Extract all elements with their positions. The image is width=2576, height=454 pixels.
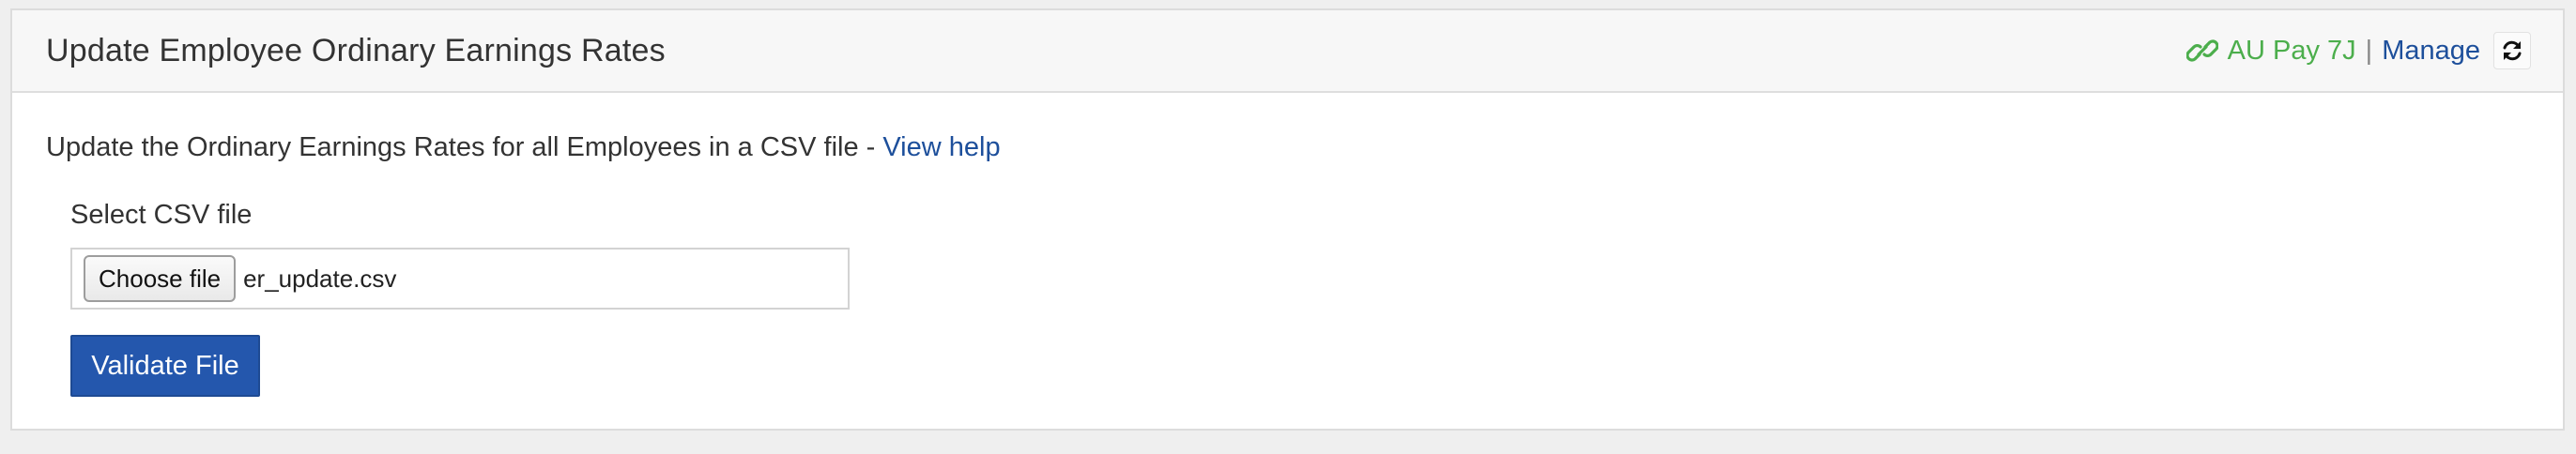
update-rates-panel: Update Employee Ordinary Earnings Rates … [10, 8, 2565, 431]
refresh-button[interactable] [2493, 32, 2531, 69]
view-help-link[interactable]: View help [882, 132, 1000, 162]
description-text: Update the Ordinary Earnings Rates for a… [46, 132, 883, 162]
csv-file-input[interactable]: Choose file er_update.csv [70, 248, 850, 310]
header-separator: | [2365, 35, 2373, 66]
connection-name[interactable]: AU Pay 7J [2228, 36, 2356, 67]
description: Update the Ordinary Earnings Rates for a… [46, 132, 1001, 163]
selected-file-name: er_update.csv [243, 264, 397, 293]
connection-status: AU Pay 7J | Manage [2185, 32, 2531, 69]
validate-file-button[interactable]: Validate File [70, 335, 260, 397]
manage-link[interactable]: Manage [2382, 36, 2480, 67]
refresh-icon [2503, 40, 2522, 61]
panel-header: Update Employee Ordinary Earnings Rates … [12, 10, 2563, 93]
link-icon [2185, 38, 2218, 63]
choose-file-button[interactable]: Choose file [84, 255, 237, 302]
file-field-label: Select CSV file [70, 200, 253, 230]
page-title: Update Employee Ordinary Earnings Rates [46, 32, 666, 68]
